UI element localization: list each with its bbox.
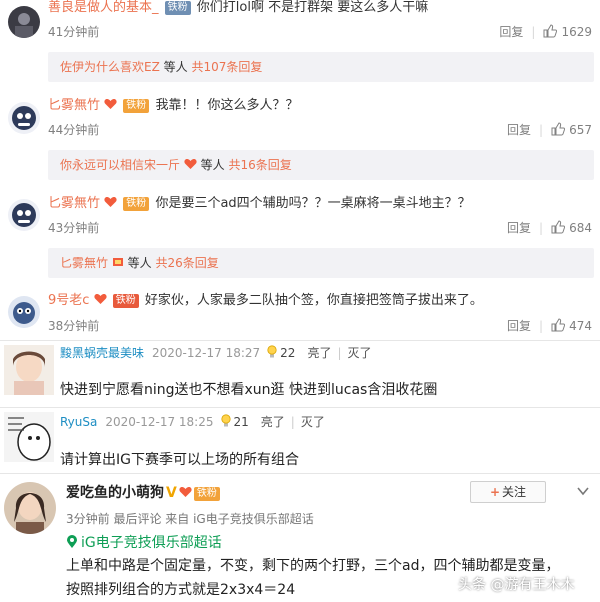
username[interactable]: 9号老c (48, 293, 89, 308)
avatar[interactable] (4, 412, 54, 462)
post-text-line-2: 按照排列组合的方式就是2x3x4＝24 (66, 582, 296, 598)
liang-button[interactable]: 亮了 (261, 415, 285, 429)
comment-time: 38分钟前 (48, 319, 100, 333)
like-button[interactable]: 684 (551, 220, 592, 235)
avatar[interactable] (8, 296, 40, 328)
more-replies[interactable]: 你永远可以相信宋一斤 等人 共16条回复 (48, 150, 594, 180)
heart-icon (184, 151, 197, 181)
chevron-down-icon[interactable] (576, 484, 590, 498)
heart-icon (104, 98, 117, 116)
thumbs-up-icon (551, 122, 566, 136)
comment-text: 快进到宁愿看ning送也不想看xun逛 快进到lucas含泪收花圈 (60, 382, 438, 398)
divider (0, 340, 600, 341)
heart-icon (93, 293, 107, 311)
avatar[interactable] (4, 482, 56, 534)
thumbs-up-icon (551, 220, 566, 234)
reply-button[interactable]: 回复 (507, 123, 531, 137)
avatar[interactable] (4, 345, 54, 395)
follow-button[interactable]: + 关注 (470, 481, 546, 503)
post-text-line-1: 上单和中路是个固定量，不变，剩下的两个打野，三个ad，四个辅助都是变量， (66, 558, 560, 574)
reply-preview-label: 等人 (127, 256, 152, 270)
tieba-username[interactable]: 黢黑蜗壳最美味 (60, 346, 144, 360)
post-date: 2020-12-17 18:25 (105, 415, 214, 429)
thumbs-up-icon (543, 24, 558, 38)
reply-preview-user[interactable]: 佐伊为什么喜欢EZ (60, 60, 160, 74)
medal-icon (112, 249, 124, 279)
like-button[interactable]: 657 (551, 122, 592, 137)
reply-preview-label: 等人 (163, 60, 188, 74)
tieba-username[interactable]: RyuSa (60, 415, 97, 429)
fan-badge: 铁粉 (112, 294, 139, 308)
watermark: 头条 @游有王木木 (458, 577, 575, 593)
author-name[interactable]: 爱吃鱼的小萌狗 (66, 485, 164, 501)
thumbs-up-icon (551, 318, 566, 332)
post-meta: 3分钟前 最后评论 来自 iG电子竞技俱乐部超话 (66, 512, 314, 526)
fan-badge: 铁粉 (123, 99, 150, 113)
reply-button[interactable]: 回复 (507, 221, 531, 235)
comment-text: 请计算出IG下赛季可以上场的所有组合 (60, 452, 299, 468)
follow-label: 关注 (502, 485, 527, 499)
username[interactable]: 匕雾無竹 (48, 196, 100, 211)
like-count: 657 (569, 123, 592, 137)
comment-time: 44分钟前 (48, 123, 100, 137)
light-count: 21 (233, 415, 249, 429)
avatar[interactable] (8, 102, 40, 134)
comment-text: 你们打lol啊 不是打群架 要这么多人干嘛 (196, 0, 429, 15)
topic-label: iG电子竞技俱乐部超话 (81, 535, 222, 551)
username[interactable]: 善良是做人的基本_ (48, 0, 159, 15)
topic-link[interactable]: iG电子竞技俱乐部超话 (66, 532, 222, 552)
avatar[interactable] (8, 6, 40, 38)
fan-badge: 铁粉 (164, 1, 191, 15)
reply-button[interactable]: 回复 (499, 25, 523, 39)
verified-icon: V (166, 485, 177, 501)
like-button[interactable]: 474 (551, 318, 592, 333)
reply-count-link[interactable]: 共107条回复 (191, 60, 262, 74)
light-count: 22 (280, 346, 296, 360)
fan-badge: 铁粉 (193, 487, 220, 501)
reply-preview-user[interactable]: 你永远可以相信宋一斤 (60, 158, 180, 172)
comment-text: 好家伙，人家最多二队抽个签，你直接把签筒子拔出来了。 (144, 293, 483, 308)
like-count: 474 (569, 319, 592, 333)
post-date: 2020-12-17 18:27 (152, 346, 261, 360)
comment-time: 43分钟前 (48, 221, 100, 235)
reply-preview-user[interactable]: 匕雾無竹 (60, 256, 108, 270)
mie-button[interactable]: 灭了 (348, 346, 372, 360)
heart-icon (179, 485, 192, 503)
username[interactable]: 匕雾無竹 (48, 98, 100, 113)
liang-button[interactable]: 亮了 (307, 346, 331, 360)
like-count: 684 (569, 221, 592, 235)
comment-time: 41分钟前 (48, 25, 100, 39)
divider (0, 407, 600, 408)
fan-badge: 铁粉 (123, 197, 150, 211)
mie-button[interactable]: 灭了 (301, 415, 325, 429)
avatar[interactable] (8, 199, 40, 231)
lightbulb-icon (220, 414, 231, 427)
comment-text: 我靠！！你这么多人？？ (155, 98, 299, 113)
more-replies[interactable]: 佐伊为什么喜欢EZ 等人 共107条回复 (48, 52, 594, 82)
heart-icon (104, 196, 117, 214)
plus-icon: + (489, 485, 501, 499)
comment-text: 你是要三个ad四个辅助吗？？一桌麻将一桌斗地主？？ (155, 196, 471, 211)
reply-button[interactable]: 回复 (507, 319, 531, 333)
reply-count-link[interactable]: 共26条回复 (156, 256, 219, 270)
lightbulb-icon (267, 345, 277, 358)
like-count: 1629 (561, 25, 592, 39)
more-replies[interactable]: 匕雾無竹 等人 共26条回复 (48, 248, 594, 278)
location-pin-icon (67, 535, 77, 548)
reply-preview-label: 等人 (200, 158, 225, 172)
like-button[interactable]: 1629 (543, 24, 592, 39)
reply-count-link[interactable]: 共16条回复 (229, 158, 292, 172)
